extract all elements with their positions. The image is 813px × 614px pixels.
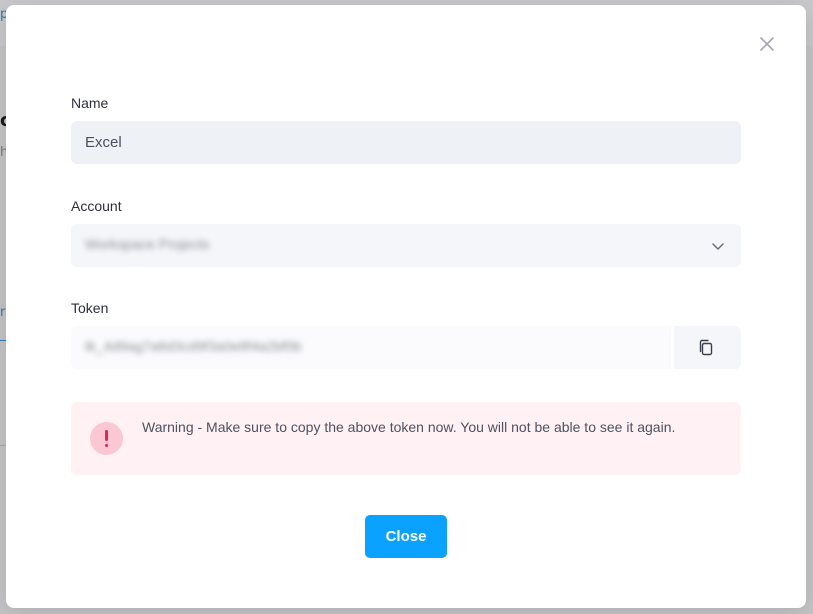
token-field[interactable]: tk_4d9ag7a8d3cd9f3a0e8f4a2bf0b — [71, 326, 671, 369]
token-dialog: Name Account Workspace Projects Token tk… — [6, 5, 806, 608]
account-value: Workspace Projects — [85, 236, 210, 252]
chevron-down-icon — [711, 238, 725, 252]
copy-token-button[interactable] — [674, 326, 741, 369]
account-select[interactable]: Workspace Projects — [71, 224, 741, 267]
warning-text: Warning - Make sure to copy the above to… — [142, 419, 676, 435]
copy-icon — [699, 339, 713, 356]
close-button[interactable]: Close — [365, 515, 447, 558]
account-label: Account — [71, 198, 122, 214]
close-icon[interactable] — [759, 36, 775, 52]
token-value: tk_4d9ag7a8d3cd9f3a0e8f4a2bf0b — [85, 338, 302, 354]
exclamation-icon — [90, 422, 123, 455]
name-input[interactable] — [71, 121, 741, 164]
token-label: Token — [71, 300, 109, 316]
name-label: Name — [71, 95, 109, 111]
warning-alert: Warning - Make sure to copy the above to… — [71, 402, 741, 475]
